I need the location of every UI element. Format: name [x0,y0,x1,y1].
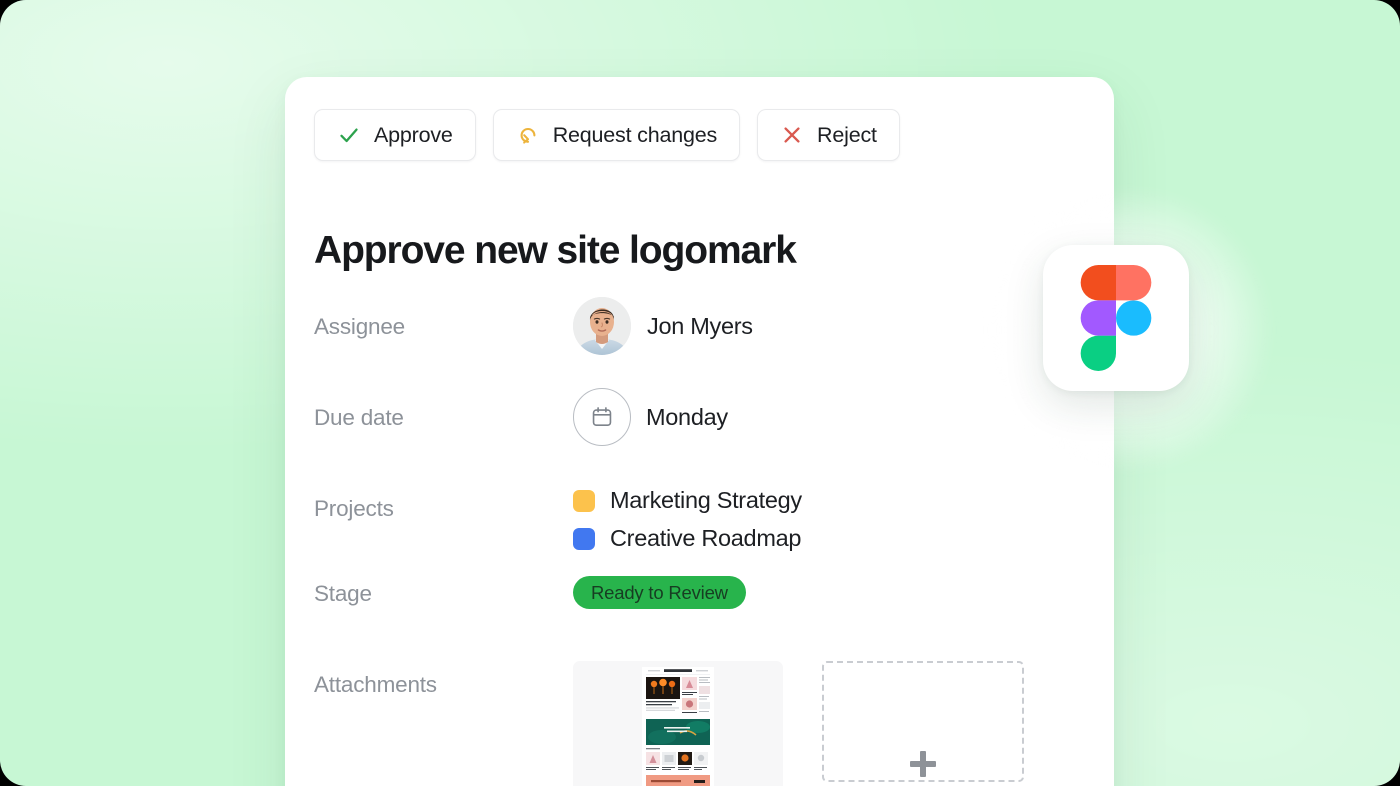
approval-action-bar: Approve Request changes Reject [314,109,900,161]
assignee-value[interactable]: Jon Myers [573,297,1094,355]
projects-list: Marketing Strategy Creative Roadmap [573,487,1094,552]
due-date-value[interactable]: Monday [573,388,1094,446]
page-title: Approve new site logomark [314,229,797,272]
project-color-swatch [573,527,595,550]
undo-arrow-icon [516,123,540,147]
stage-label: Stage [314,581,372,606]
project-item[interactable]: Creative Roadmap [573,525,1094,552]
project-item[interactable]: Marketing Strategy [573,487,1094,514]
reject-button-label: Reject [817,122,877,147]
field-row-stage: Stage Ready to Review [314,576,1094,667]
task-fields: Assignee Jon Myers Due date Monday Proje… [314,297,1094,786]
figma-app-tile[interactable] [1043,245,1189,391]
calendar-icon [573,388,631,446]
plus-icon [910,751,936,777]
figma-logo-icon [1080,265,1152,371]
assignee-name: Jon Myers [647,312,753,339]
field-row-projects: Projects Marketing Strategy Creative Roa… [314,487,1094,582]
field-row-attachments: Attachments [314,661,1094,786]
check-icon [337,123,361,147]
field-row-due-date: Due date Monday [314,388,1094,491]
project-name: Creative Roadmap [610,525,802,551]
avatar [573,297,631,355]
projects-label: Projects [314,496,394,521]
due-date-text: Monday [646,403,728,430]
assignee-label: Assignee [314,314,405,339]
request-changes-button-label: Request changes [552,122,718,147]
attachments-area [573,661,1094,786]
field-row-assignee: Assignee Jon Myers [314,297,1094,400]
attachment-thumbnail[interactable] [573,661,783,786]
close-x-icon [780,123,804,147]
reject-button[interactable]: Reject [757,109,900,161]
add-attachment-button[interactable] [822,661,1024,782]
page-backdrop: Approve Request changes Reject Approve n… [0,0,1400,786]
attachments-label: Attachments [314,672,437,697]
due-date-label: Due date [314,405,404,430]
approve-button-label: Approve [374,122,453,147]
approve-button[interactable]: Approve [314,109,476,161]
project-name: Marketing Strategy [610,487,802,513]
request-changes-button[interactable]: Request changes [492,109,741,161]
task-detail-card: Approve Request changes Reject Approve n… [285,77,1114,786]
webpage-screenshot-thumbnail [642,667,714,786]
project-color-swatch [573,489,595,512]
status-badge[interactable]: Ready to Review [573,576,746,609]
